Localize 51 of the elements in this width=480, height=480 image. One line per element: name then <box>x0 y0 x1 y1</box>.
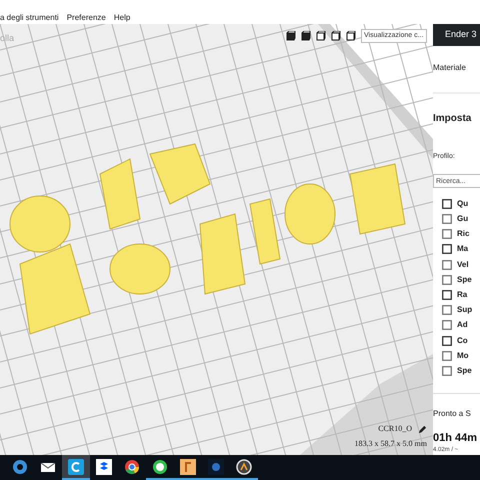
category-icon <box>441 228 453 240</box>
settings-category[interactable]: Ric <box>457 228 470 240</box>
settings-title: Imposta <box>433 112 472 126</box>
category-icon <box>441 350 453 362</box>
menu-item[interactable]: Preferenze <box>66 12 106 24</box>
settings-category[interactable]: Spe <box>457 274 472 286</box>
browser-icon <box>12 458 28 474</box>
cube-icon[interactable] <box>331 31 341 41</box>
menu-item[interactable]: a degli strumenti <box>0 12 59 24</box>
category-icon <box>441 334 453 347</box>
status-title: Pronto a S <box>433 408 472 420</box>
menu-item[interactable]: Help <box>114 12 130 24</box>
category-icon <box>441 364 453 377</box>
settings-category[interactable]: Spe <box>457 364 472 377</box>
category-icon <box>441 274 453 286</box>
chat-icon <box>152 458 168 474</box>
settings-category[interactable]: Co <box>457 334 468 347</box>
settings-category[interactable]: Ra <box>457 289 468 302</box>
envelope-icon <box>40 460 56 474</box>
model-dimensions: 183.3 x 58.7 x 5.0 mm <box>354 438 427 450</box>
box-icon <box>96 458 112 474</box>
settings-category[interactable]: Vel <box>457 258 469 271</box>
settings-category[interactable]: Ma <box>457 243 468 256</box>
app-icon <box>180 458 196 474</box>
category-icon <box>441 289 453 302</box>
category-icon <box>441 198 453 210</box>
settings-category[interactable]: Sup <box>457 304 472 316</box>
stage-label: olla <box>0 32 14 45</box>
category-icon <box>441 319 453 332</box>
settings-category[interactable]: Mo <box>457 350 469 362</box>
app-icon <box>68 458 84 474</box>
print-time: 01h 44m <box>433 430 478 446</box>
app-icon <box>208 458 224 474</box>
model-name: CCR10_O <box>378 423 412 435</box>
category-icon <box>441 213 453 226</box>
cube-icon[interactable] <box>316 31 326 41</box>
cube-icon[interactable] <box>301 31 311 41</box>
category-icon <box>441 258 453 271</box>
game-icon <box>236 458 252 474</box>
pencil-icon[interactable] <box>418 424 427 434</box>
settings-category[interactable]: Qu <box>457 198 468 210</box>
material-label: Materiale <box>433 62 467 74</box>
settings-category[interactable]: Gu <box>457 213 468 226</box>
printer-tab[interactable]: Ender 3 <box>433 24 480 46</box>
category-icon <box>441 243 453 256</box>
cube-icon[interactable] <box>346 31 356 41</box>
settings-category[interactable]: Ad <box>457 319 468 332</box>
browser-icon <box>124 458 140 474</box>
category-icon <box>441 304 453 316</box>
taskbar-button[interactable] <box>62 455 90 480</box>
cube-icon[interactable] <box>286 31 296 41</box>
